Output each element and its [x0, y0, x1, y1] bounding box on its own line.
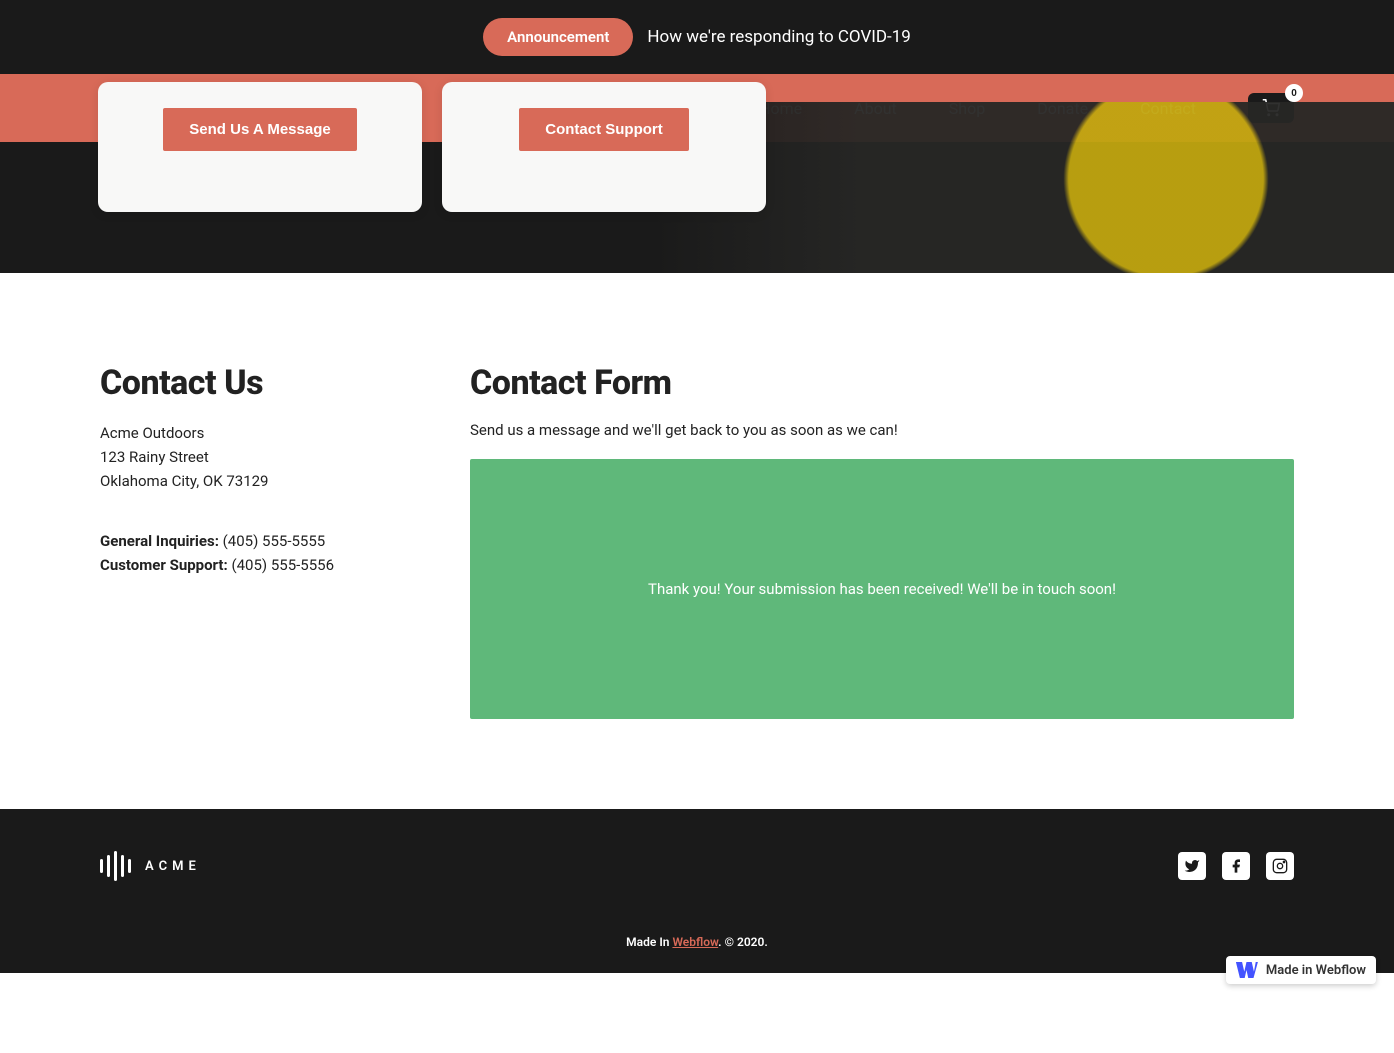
- contact-form-heading: Contact Form: [470, 363, 1294, 403]
- support-card: Contact Support: [442, 82, 766, 212]
- twitter-link[interactable]: [1178, 852, 1206, 880]
- facebook-icon: [1228, 858, 1244, 874]
- bottom-whitespace: [0, 973, 1394, 1053]
- footer-top: ACME: [0, 809, 1394, 923]
- main-content: Contact Us Acme Outdoors 123 Rainy Stree…: [0, 273, 1394, 809]
- hero-section: Send Us A Message Contact Support: [0, 142, 1394, 273]
- customer-support-phone: (405) 555-5556: [231, 556, 334, 574]
- general-inquiries-phone: (405) 555-5555: [223, 532, 326, 550]
- send-message-button[interactable]: Send Us A Message: [163, 108, 356, 151]
- twitter-icon: [1184, 858, 1200, 874]
- made-in-text: Made In: [626, 935, 672, 949]
- company-name: Acme Outdoors: [100, 421, 380, 445]
- general-inquiries-label: General Inquiries:: [100, 532, 219, 550]
- contact-form-subtext: Send us a message and we'll get back to …: [470, 421, 1294, 439]
- form-success-message: Thank you! Your submission has been rece…: [470, 459, 1294, 719]
- announcement-pill: Announcement: [483, 18, 633, 56]
- facebook-link[interactable]: [1222, 852, 1250, 880]
- street-address: 123 Rainy Street: [100, 445, 380, 469]
- contact-us-heading: Contact Us: [100, 363, 380, 403]
- webflow-badge-text: Made in Webflow: [1266, 963, 1366, 978]
- footer-logo-bars-icon: [100, 851, 131, 881]
- phone-block: General Inquiries: (405) 555-5555 Custom…: [100, 529, 380, 577]
- copyright-text: . © 2020.: [718, 935, 768, 949]
- instagram-icon: [1272, 858, 1288, 874]
- footer: ACME Made In Webflow. © 2020.: [0, 809, 1394, 973]
- footer-bottom: Made In Webflow. © 2020.: [0, 923, 1394, 973]
- webflow-badge[interactable]: Made in Webflow: [1226, 956, 1376, 984]
- announcement-banner[interactable]: Announcement How we're responding to COV…: [0, 0, 1394, 74]
- webflow-logo-icon: [1236, 962, 1258, 978]
- contact-info-column: Contact Us Acme Outdoors 123 Rainy Stree…: [100, 363, 380, 719]
- instagram-link[interactable]: [1266, 852, 1294, 880]
- footer-logo-link[interactable]: ACME: [100, 851, 201, 881]
- footer-logo-text: ACME: [145, 859, 201, 874]
- social-links: [1178, 852, 1294, 880]
- general-inquiries-line: General Inquiries: (405) 555-5555: [100, 529, 380, 553]
- contact-form-column: Contact Form Send us a message and we'll…: [470, 363, 1294, 719]
- customer-support-label: Customer Support:: [100, 556, 228, 574]
- city-state-zip: Oklahoma City, OK 73129: [100, 469, 380, 493]
- webflow-link[interactable]: Webflow: [672, 935, 718, 949]
- success-text: Thank you! Your submission has been rece…: [648, 580, 1116, 598]
- message-card: Send Us A Message: [98, 82, 422, 212]
- cart-count-badge: 0: [1285, 84, 1303, 102]
- address-block: Acme Outdoors 123 Rainy Street Oklahoma …: [100, 421, 380, 493]
- customer-support-line: Customer Support: (405) 555-5556: [100, 553, 380, 577]
- contact-support-button[interactable]: Contact Support: [519, 108, 689, 151]
- announcement-text: How we're responding to COVID-19: [647, 27, 910, 47]
